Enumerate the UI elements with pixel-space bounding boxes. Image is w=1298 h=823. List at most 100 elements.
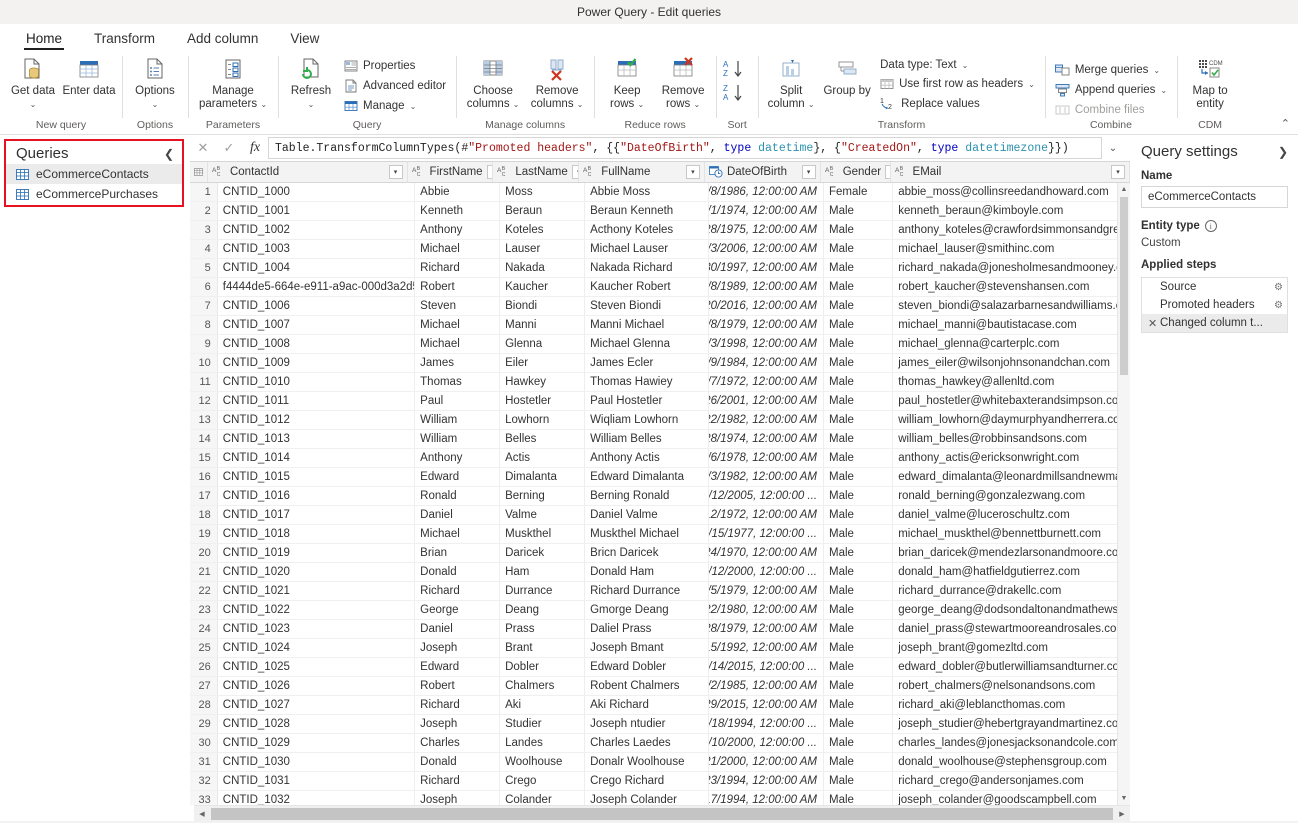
- cell-dateofbirth[interactable]: 11/14/2015, 12:00:00 ...: [709, 657, 825, 676]
- cell-gender[interactable]: Male: [824, 410, 894, 429]
- cell-email[interactable]: charles_landes@jonesjacksonandcole.com: [893, 733, 1130, 752]
- cell-dateofbirth[interactable]: 12/5/1979, 12:00:00 AM: [709, 581, 825, 600]
- cell-fullname[interactable]: Edward Dimalanta: [585, 467, 710, 486]
- cell-email[interactable]: edward_dobler@butlerwilliamsandturner.co…: [893, 657, 1130, 676]
- table-row[interactable]: 15CNTID_1014AnthonyActisAnthony Actis10/…: [190, 448, 1130, 468]
- cell-contactid[interactable]: CNTID_1009: [218, 353, 416, 372]
- cell-gender[interactable]: Male: [824, 543, 894, 562]
- cell-fullname[interactable]: Donald Ham: [585, 562, 710, 581]
- cell-lastname[interactable]: Valme: [500, 505, 586, 524]
- cell-gender[interactable]: Male: [824, 505, 894, 524]
- cell-firstname[interactable]: Joseph: [415, 638, 501, 657]
- data-type-button[interactable]: Data type: Text ⌄: [876, 57, 1039, 73]
- cell-fullname[interactable]: Wiqliam Lowhorn: [585, 410, 710, 429]
- cell-gender[interactable]: Male: [824, 676, 894, 695]
- cell-lastname[interactable]: Woolhouse: [500, 752, 586, 771]
- cell-firstname[interactable]: Michael: [415, 239, 501, 258]
- enter-data-button[interactable]: Enter data: [62, 53, 116, 98]
- cell-contactid[interactable]: f4444de5-664e-e911-a9ac-000d3a2d57...: [218, 277, 416, 296]
- cell-email[interactable]: anthony_actis@ericksonwright.com: [893, 448, 1130, 467]
- cell-dateofbirth[interactable]: 10/18/1994, 12:00:00 ...: [709, 714, 825, 733]
- table-row[interactable]: 2 CNTID_1001 Kenneth Beraun Beraun Kenneth 8/…: [190, 201, 1130, 221]
- cell-gender[interactable]: Male: [824, 334, 894, 353]
- table-row[interactable]: 24CNTID_1023DanielPrassDaliel Prass2/28/…: [190, 619, 1130, 639]
- cell-firstname[interactable]: George: [415, 600, 501, 619]
- tab-home[interactable]: Home: [10, 29, 78, 50]
- cell-lastname[interactable]: Deang: [500, 600, 586, 619]
- table-row[interactable]: 20CNTID_1019BrianDaricekBricn Daricek5/2…: [190, 543, 1130, 563]
- column-header-email[interactable]: A B C EMail ▾: [891, 162, 1131, 182]
- table-row[interactable]: 16 CNTID_1015 Edward Dimalanta Edward Dimala…: [190, 467, 1130, 487]
- cell-gender[interactable]: Male: [824, 315, 894, 334]
- cell-fullname[interactable]: Acthony Koteles: [585, 220, 710, 239]
- tab-view[interactable]: View: [274, 29, 335, 50]
- gear-icon[interactable]: ⚙: [1274, 282, 1283, 293]
- collapse-ribbon-button[interactable]: ⌃: [1281, 117, 1290, 130]
- cell-lastname[interactable]: Dobler: [500, 657, 586, 676]
- table-row[interactable]: 32CNTID_1031RichardCregoCrego Richard8/2…: [190, 771, 1130, 791]
- column-header-contactid[interactable]: A B C ContactId ▾: [208, 162, 408, 182]
- cell-gender[interactable]: Male: [824, 391, 894, 410]
- fx-icon[interactable]: fx: [242, 137, 268, 159]
- cell-contactid[interactable]: CNTID_1016: [218, 486, 416, 505]
- cell-email[interactable]: william_belles@robbinsandsons.com: [893, 429, 1130, 448]
- cell-firstname[interactable]: James: [415, 353, 501, 372]
- cell-fullname[interactable]: Richard Durrance: [585, 581, 710, 600]
- cell-email[interactable]: joseph_brant@gomezltd.com: [893, 638, 1130, 657]
- cell-fullname[interactable]: Thomas Hawiey: [585, 372, 710, 391]
- sort-ascending-button[interactable]: A Z: [722, 59, 744, 79]
- info-icon[interactable]: i: [1204, 220, 1217, 232]
- cell-email[interactable]: michael_lauser@smithinc.com: [893, 239, 1130, 258]
- cell-fullname[interactable]: Charles Laedes: [585, 733, 710, 752]
- scroll-down-arrow-icon[interactable]: ▼: [1118, 792, 1130, 805]
- cell-lastname[interactable]: Glenna: [500, 334, 586, 353]
- table-row[interactable]: 18CNTID_1017DanielValmeDaniel Valme4/12/…: [190, 505, 1130, 525]
- cell-dateofbirth[interactable]: 10/6/1978, 12:00:00 AM: [709, 448, 825, 467]
- cell-contactid[interactable]: CNTID_1032: [218, 790, 416, 806]
- cell-gender[interactable]: Male: [824, 657, 894, 676]
- table-row[interactable]: 7CNTID_1006StevenBiondiSteven Biondi9/20…: [190, 296, 1130, 316]
- cell-dateofbirth[interactable]: 2/17/1994, 12:00:00 AM: [709, 790, 825, 806]
- cell-firstname[interactable]: Daniel: [415, 505, 501, 524]
- cell-lastname[interactable]: Nakada: [500, 258, 586, 277]
- query-item-ecommercecontacts[interactable]: eCommerceContacts: [6, 164, 182, 184]
- table-row[interactable]: 13 CNTID_1012 William Lowhorn Wiqliam Lowhor…: [190, 410, 1130, 430]
- cell-fullname[interactable]: Gmorge Deang: [585, 600, 710, 619]
- table-row[interactable]: 5CNTID_1004RichardNakadaNakada Richard7/…: [190, 258, 1130, 278]
- cell-firstname[interactable]: Anthony: [415, 448, 501, 467]
- horizontal-scrollbar[interactable]: ◀ ▶: [194, 805, 1130, 821]
- cell-dateofbirth[interactable]: 6/26/2001, 12:00:00 AM: [709, 391, 825, 410]
- cell-email[interactable]: paul_hostetler@whitebaxterandsimpson.com: [893, 391, 1130, 410]
- cell-fullname[interactable]: James Ecler: [585, 353, 710, 372]
- cell-email[interactable]: joseph_studier@hebertgrayandmartinez.com: [893, 714, 1130, 733]
- table-row[interactable]: 23CNTID_1022GeorgeDeangGmorge Deang4/22/…: [190, 600, 1130, 620]
- cell-email[interactable]: daniel_valme@luceroschultz.com: [893, 505, 1130, 524]
- cell-firstname[interactable]: Joseph: [415, 714, 501, 733]
- cell-contactid[interactable]: CNTID_1011: [218, 391, 416, 410]
- cell-contactid[interactable]: CNTID_1025: [218, 657, 416, 676]
- cell-fullname[interactable]: Abbie Moss: [585, 182, 710, 201]
- cell-gender[interactable]: Male: [824, 353, 894, 372]
- cell-dateofbirth[interactable]: 9/3/2006, 12:00:00 AM: [709, 239, 825, 258]
- gear-icon[interactable]: ⚙: [1274, 300, 1283, 311]
- table-row[interactable]: 10 CNTID_1009 James Eiler James Ecler 6/9/198…: [190, 353, 1130, 373]
- cell-fullname[interactable]: Daniel Valme: [585, 505, 710, 524]
- cell-firstname[interactable]: Michael: [415, 524, 501, 543]
- cell-lastname[interactable]: Biondi: [500, 296, 586, 315]
- cell-lastname[interactable]: Hostetler: [500, 391, 586, 410]
- chevron-down-icon[interactable]: ⌄: [1102, 143, 1124, 154]
- get-data-button[interactable]: Get data ⌄: [6, 53, 60, 111]
- scroll-right-arrow-icon[interactable]: ▶: [1114, 810, 1130, 818]
- cell-lastname[interactable]: Lowhorn: [500, 410, 586, 429]
- cell-lastname[interactable]: Colander: [500, 790, 586, 806]
- cell-dateofbirth[interactable]: 4/22/1980, 12:00:00 AM: [709, 600, 825, 619]
- cell-fullname[interactable]: Robent Chalmers: [585, 676, 710, 695]
- cell-fullname[interactable]: Joseph Colander: [585, 790, 710, 806]
- cell-contactid[interactable]: CNTID_1003: [218, 239, 416, 258]
- cell-email[interactable]: michael_glenna@carterplc.com: [893, 334, 1130, 353]
- query-item-ecommercepurchases[interactable]: eCommercePurchases: [6, 184, 182, 204]
- cell-email[interactable]: robert_kaucher@stevenshansen.com: [893, 277, 1130, 296]
- table-row[interactable]: 14CNTID_1013WilliamBellesWilliam Belles6…: [190, 429, 1130, 449]
- cell-contactid[interactable]: CNTID_1015: [218, 467, 416, 486]
- cell-email[interactable]: abbie_moss@collinsreedandhoward.com: [893, 182, 1130, 201]
